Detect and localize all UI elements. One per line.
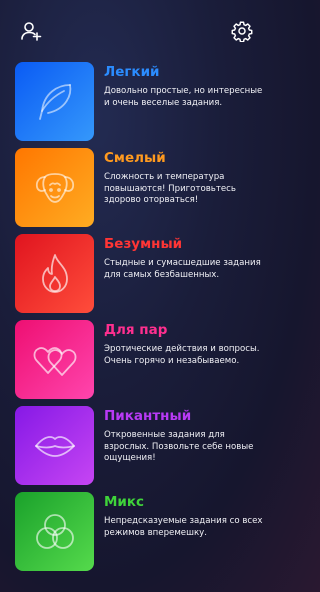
lips-icon: [34, 435, 75, 457]
mode-tile: [15, 320, 94, 399]
mode-title: Безумный: [104, 236, 183, 252]
mode-title: Для пар: [104, 322, 168, 338]
mode-tile: [15, 62, 94, 141]
top-bar: [0, 0, 273, 60]
mode-tile: [15, 148, 94, 227]
mode-description: Сложность и температура повышаются! Приг…: [104, 172, 236, 206]
gear-icon: [231, 21, 253, 43]
mode-tile: [15, 492, 94, 571]
ram-icon: [35, 172, 74, 203]
mode-card-easy[interactable]: Легкий Довольно простые, но интересные и…: [15, 62, 263, 142]
mode-description: Непредсказуемые задания со всех режимов …: [104, 516, 263, 538]
hearts-icon: [33, 346, 76, 376]
mode-description: Эротические действия и вопросы. Очень го…: [104, 344, 260, 366]
feather-icon: [38, 83, 71, 120]
settings-button[interactable]: [231, 20, 253, 43]
mode-description: Довольно простые, но интересные и очень …: [104, 86, 263, 108]
mode-tile: [15, 234, 94, 313]
mode-title: Легкий: [104, 64, 160, 80]
mode-card-bold[interactable]: Смелый Сложность и температура повышаютс…: [15, 148, 263, 228]
mode-title: Смелый: [104, 150, 166, 166]
mode-description: Стыдные и сумасшедшие задания для самых …: [104, 258, 261, 280]
mode-card-spicy[interactable]: Пикантный Откровенные задания для взросл…: [15, 406, 263, 486]
mode-title: Микс: [104, 494, 145, 510]
mode-tile: [15, 406, 94, 485]
flame-icon: [41, 253, 68, 293]
mode-card-mix[interactable]: Микс Непредсказуемые задания со всех реж…: [15, 492, 263, 572]
mode-title: Пикантный: [104, 408, 192, 424]
add-user-icon: [21, 22, 42, 41]
add-player-button[interactable]: [20, 20, 42, 42]
mode-description: Откровенные задания для взрослых. Позвол…: [104, 430, 254, 464]
mode-card-crazy[interactable]: Безумный Стыдные и сумасшедшие задания д…: [15, 234, 263, 314]
mode-card-couples[interactable]: Для пар Эротические действия и вопросы. …: [15, 320, 263, 400]
mix-circles-icon: [35, 513, 74, 549]
